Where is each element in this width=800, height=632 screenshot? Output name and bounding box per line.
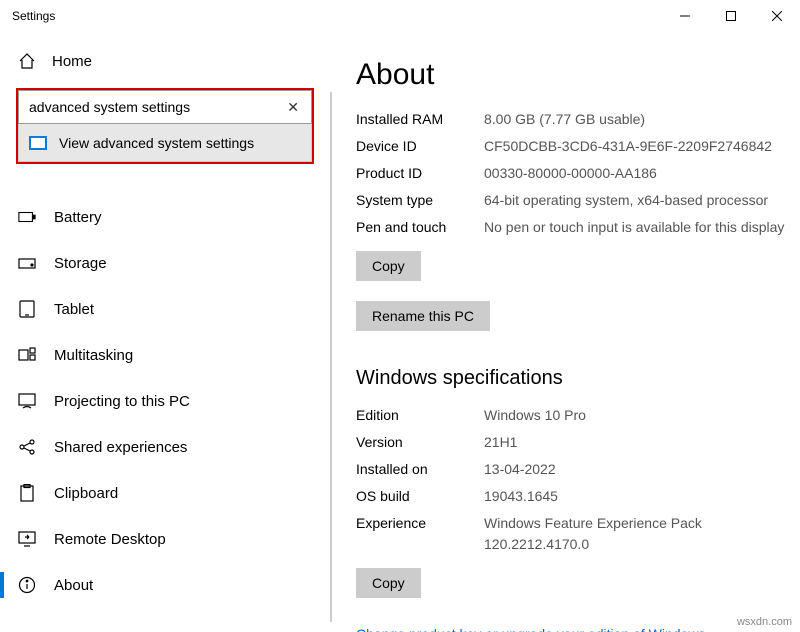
- spec-row: OS build19043.1645: [356, 483, 792, 510]
- spec-value: 64-bit operating system, x64-based proce…: [484, 190, 792, 211]
- spec-label: OS build: [356, 486, 484, 507]
- nav-label: Battery: [54, 209, 102, 226]
- spec-row: Installed on13-04-2022: [356, 456, 792, 483]
- sidebar-item-storage[interactable]: Storage: [0, 240, 330, 286]
- window-controls: [662, 0, 800, 32]
- minimize-button[interactable]: [662, 0, 708, 32]
- spec-value: 19043.1645: [484, 486, 792, 507]
- spec-value: Windows Feature Experience Pack 120.2212…: [484, 513, 792, 555]
- spec-row: System type64-bit operating system, x64-…: [356, 187, 792, 214]
- titlebar: Settings: [0, 0, 800, 32]
- spec-row: Pen and touchNo pen or touch input is av…: [356, 214, 792, 241]
- battery-icon: [18, 208, 36, 226]
- spec-row: Version21H1: [356, 429, 792, 456]
- home-icon: [18, 52, 36, 70]
- spec-row: EditionWindows 10 Pro: [356, 402, 792, 429]
- spec-value: No pen or touch input is available for t…: [484, 217, 792, 238]
- spec-label: Pen and touch: [356, 217, 484, 238]
- projecting-icon: [18, 392, 36, 410]
- page-title: About: [356, 58, 792, 92]
- copy-button-2[interactable]: Copy: [356, 568, 421, 598]
- nav-label: Projecting to this PC: [54, 393, 190, 410]
- spec-label: Device ID: [356, 136, 484, 157]
- spec-value: CF50DCBB-3CD6-431A-9E6F-2209F2746842: [484, 136, 792, 157]
- sidebar-item-multitasking[interactable]: Multitasking: [0, 332, 330, 378]
- maximize-button[interactable]: [708, 0, 754, 32]
- tablet-icon: [18, 300, 36, 318]
- storage-icon: [18, 254, 36, 272]
- sidebar-item-shared[interactable]: Shared experiences: [0, 424, 330, 470]
- sidebar-item-remote[interactable]: Remote Desktop: [0, 516, 330, 562]
- sidebar-item-projecting[interactable]: Projecting to this PC: [0, 378, 330, 424]
- nav-label: Tablet: [54, 301, 94, 318]
- system-icon: [29, 136, 47, 150]
- nav-label: Multitasking: [54, 347, 133, 364]
- spec-row: Installed RAM8.00 GB (7.77 GB usable): [356, 106, 792, 133]
- spec-value: 13-04-2022: [484, 459, 792, 480]
- sidebar-item-clipboard[interactable]: Clipboard: [0, 470, 330, 516]
- watermark: wsxdn.com: [737, 616, 792, 628]
- nav-label: About: [54, 577, 93, 594]
- spec-label: Version: [356, 432, 484, 453]
- remote-icon: [18, 530, 36, 548]
- main-content: About Installed RAM8.00 GB (7.77 GB usab…: [332, 32, 800, 632]
- spec-row: Product ID00330-80000-00000-AA186: [356, 160, 792, 187]
- sidebar: Home ✕ View advanced system settings Bat…: [0, 32, 330, 632]
- multitasking-icon: [18, 346, 36, 364]
- winspec-heading: Windows specifications: [356, 367, 792, 390]
- spec-label: Experience: [356, 513, 484, 555]
- nav-label: Storage: [54, 255, 107, 272]
- spec-value: 21H1: [484, 432, 792, 453]
- sidebar-item-about[interactable]: About: [0, 562, 330, 608]
- nav-label: Remote Desktop: [54, 531, 166, 548]
- spec-value: 00330-80000-00000-AA186: [484, 163, 792, 184]
- sidebar-item-battery[interactable]: Battery: [0, 194, 330, 240]
- search-suggestion[interactable]: View advanced system settings: [18, 124, 312, 162]
- clipboard-icon: [18, 484, 36, 502]
- spec-row: ExperienceWindows Feature Experience Pac…: [356, 510, 792, 558]
- spec-label: Edition: [356, 405, 484, 426]
- nav-label: Shared experiences: [54, 439, 187, 456]
- spec-label: System type: [356, 190, 484, 211]
- spec-label: Installed RAM: [356, 109, 484, 130]
- clear-icon[interactable]: ✕: [283, 99, 303, 116]
- search-input[interactable]: [29, 99, 283, 115]
- search-highlight: ✕ View advanced system settings: [16, 88, 314, 164]
- shared-icon: [18, 438, 36, 456]
- spec-row: Device IDCF50DCBB-3CD6-431A-9E6F-2209F27…: [356, 133, 792, 160]
- sidebar-item-tablet[interactable]: Tablet: [0, 286, 330, 332]
- suggestion-label: View advanced system settings: [59, 135, 254, 151]
- nav-label: Clipboard: [54, 485, 118, 502]
- rename-pc-button[interactable]: Rename this PC: [356, 301, 490, 331]
- about-icon: [18, 576, 36, 594]
- spec-label: Product ID: [356, 163, 484, 184]
- search-box[interactable]: ✕: [18, 90, 312, 124]
- spec-label: Installed on: [356, 459, 484, 480]
- home-label: Home: [52, 53, 92, 70]
- copy-button[interactable]: Copy: [356, 251, 421, 281]
- nav-list: Battery Storage Tablet Multitasking Proj…: [0, 194, 330, 632]
- window-title: Settings: [12, 9, 55, 23]
- close-button[interactable]: [754, 0, 800, 32]
- home-nav[interactable]: Home: [0, 42, 330, 80]
- spec-value: Windows 10 Pro: [484, 405, 792, 426]
- change-product-key-link[interactable]: Change product key or upgrade your editi…: [356, 626, 792, 632]
- spec-value: 8.00 GB (7.77 GB usable): [484, 109, 792, 130]
